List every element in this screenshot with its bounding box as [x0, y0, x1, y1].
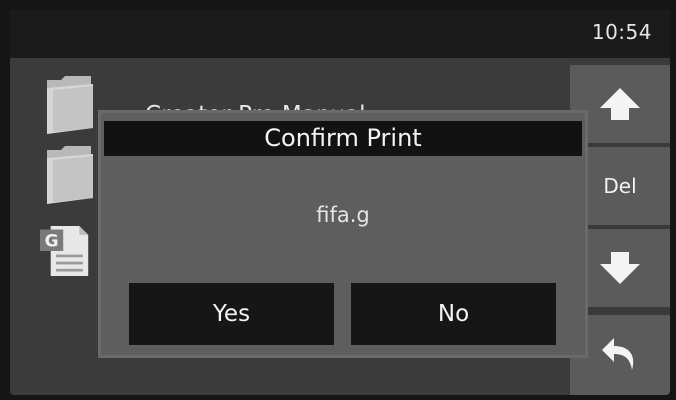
delete-label: Del [603, 174, 637, 198]
arrow-down-icon [600, 252, 640, 284]
touch-screen: 10:54 Creator Pro Manual [10, 10, 670, 395]
no-button[interactable]: No [351, 283, 556, 345]
folder-icon [47, 146, 93, 204]
folder-icon [47, 76, 93, 134]
clock: 10:54 [591, 20, 652, 44]
confirm-print-dialog: Confirm Print fifa.g Yes No [98, 110, 588, 358]
dialog-title: Confirm Print [104, 121, 582, 156]
dialog-filename: fifa.g [316, 203, 370, 227]
yes-button[interactable]: Yes [129, 283, 334, 345]
gcode-file-icon: G [40, 226, 89, 276]
status-bar: 10:54 [10, 10, 670, 58]
arrow-up-icon [600, 88, 640, 120]
gcode-icon-letter: G [45, 231, 59, 251]
device-bezel: 10:54 Creator Pro Manual [0, 0, 676, 400]
back-arrow-icon [602, 338, 634, 370]
